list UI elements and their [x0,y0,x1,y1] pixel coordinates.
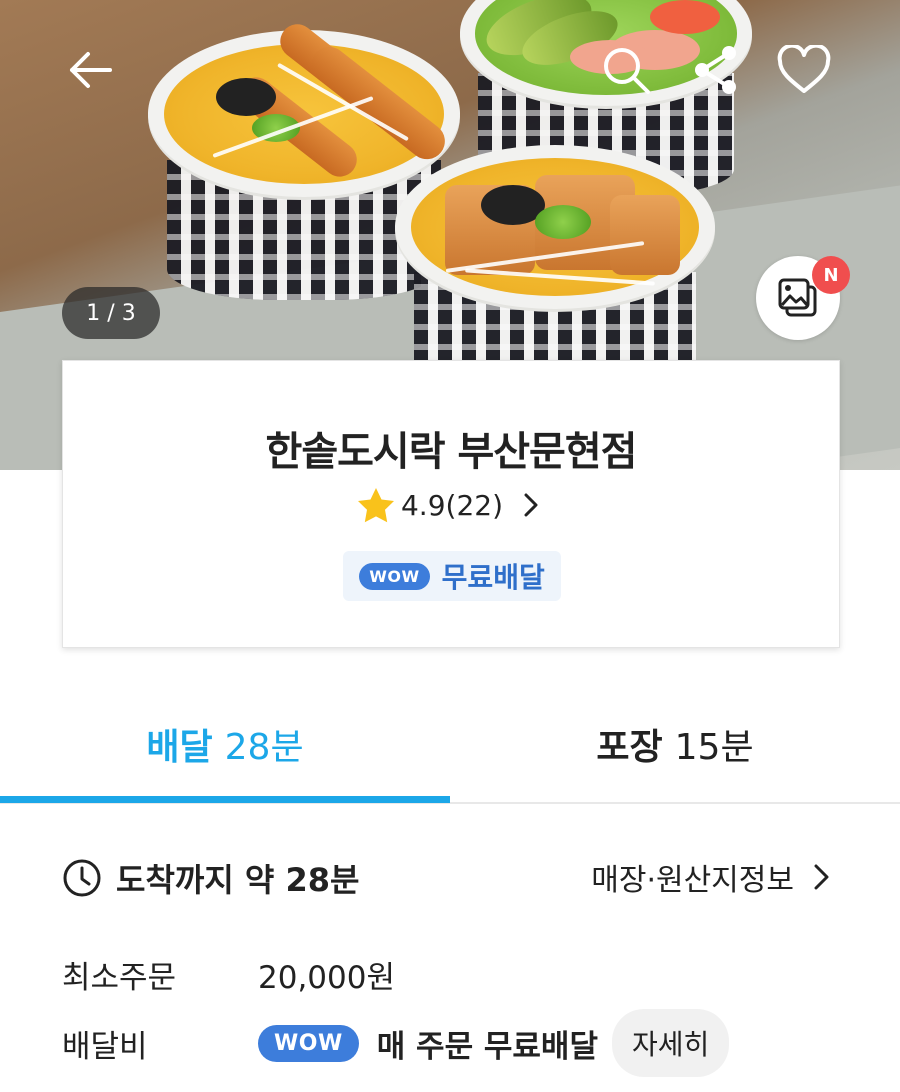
min-order-label: 최소주문 [62,960,177,996]
wow-free-delivery-badge: WOW 무료배달 [343,551,561,601]
delivery-fee-detail-button[interactable]: 자세히 [611,1009,730,1077]
star-icon [357,488,394,523]
free-delivery-label: 무료배달 [441,561,545,594]
delivery-fee-label: 배달비 [62,1028,148,1065]
search-button[interactable] [596,40,656,100]
wow-pill: WOW [359,562,430,590]
new-badge: N [812,256,850,294]
rating-value: 4.9(22) [400,488,503,522]
share-icon [695,46,736,94]
arrow-left-icon [70,52,112,88]
min-order-value: 20,000원 [258,960,395,996]
store-summary-card: 한솥도시락 부산문현점 4.9(22) WOW 무료배달 [62,360,840,648]
delivery-fee-text: 매 주문 무료배달 [376,1028,598,1065]
rating-row[interactable]: 4.9(22) [63,487,839,523]
store-name: 한솥도시락 부산문현점 [265,429,638,475]
tab-delivery-label: 배달 [146,727,213,768]
photo-gallery-icon [778,278,817,317]
tab-delivery-time: 28분 [224,727,304,768]
store-origin-info-link[interactable]: 매장·원산지정보 [591,855,834,899]
tab-takeout-time: 15분 [674,727,754,768]
order-type-tabs: 배달 28분 포장 15분 [0,686,900,804]
active-tab-indicator [0,796,450,803]
tab-delivery[interactable]: 배달 28분 [0,686,450,802]
image-counter: 1 / 3 [62,287,160,339]
delivery-fee-row: 배달비 WOW 매 주문 무료배달 자세히 [62,1009,730,1077]
heart-icon [777,45,831,93]
favorite-button[interactable] [774,40,834,100]
store-origin-info-label: 매장·원산지정보 [591,863,794,898]
back-button[interactable] [60,40,120,100]
tab-takeout-label: 포장 [596,727,663,768]
clock-icon [63,859,101,897]
tab-takeout[interactable]: 포장 15분 [450,686,900,802]
chevron-right-icon [524,493,538,517]
min-order-row: 최소주문 20,000원 [62,952,395,997]
delivery-fee-wow-pill: WOW [258,1024,359,1062]
chevron-right-icon [814,864,829,890]
eta-row: 도착까지 약 28분 [62,855,359,901]
share-button[interactable] [686,40,746,100]
search-icon [604,48,650,94]
eta-text: 도착까지 약 28분 [116,861,360,899]
